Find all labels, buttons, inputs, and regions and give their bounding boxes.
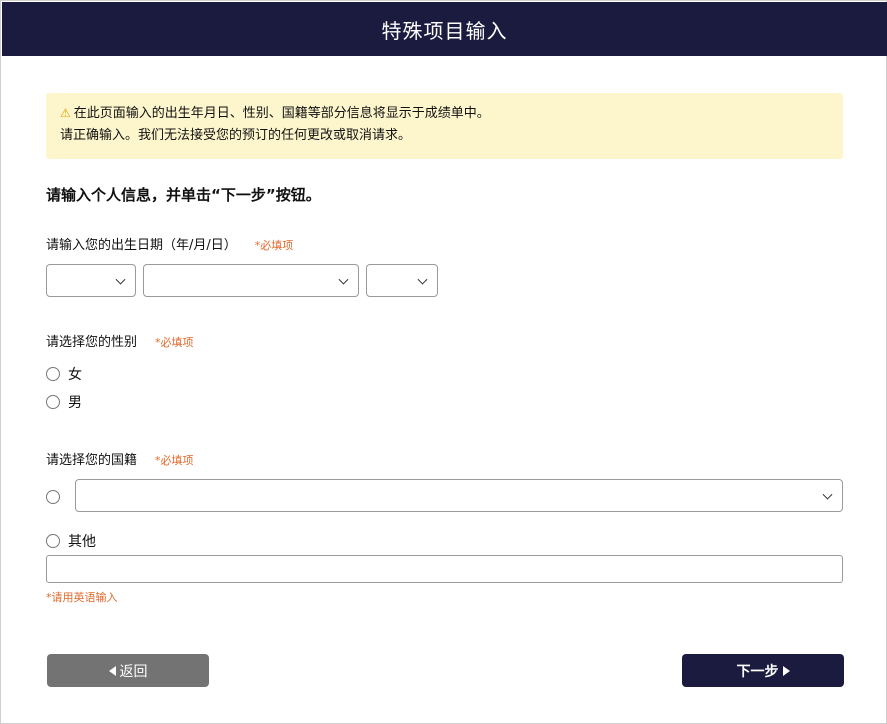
chevron-down-icon [115, 274, 126, 285]
nationality-option-select[interactable] [46, 490, 60, 504]
nationality-select[interactable] [75, 479, 843, 512]
triangle-right-icon [782, 665, 790, 676]
gender-option-label: 女 [68, 367, 82, 383]
gender-label-row: 请选择您的性别 *必填项 [46, 331, 194, 350]
birth-year-select[interactable] [46, 264, 136, 297]
page-header: 特殊项目输入 [2, 2, 887, 56]
notice-text-2: 请正确输入。我们无法接受您的预订的任何更改或取消请求。 [60, 128, 412, 143]
notice-text-1: 在此页面输入的出生年月日、性别、国籍等部分信息将显示于成绩单中。 [73, 106, 490, 121]
warning-icon: ⚠ [60, 106, 71, 120]
chevron-down-icon [338, 274, 349, 285]
birth-month-select[interactable] [143, 264, 359, 297]
birth-day-select[interactable] [366, 264, 438, 297]
nationality-required: *必填项 [155, 454, 194, 467]
notice-box: ⚠ 在此页面输入的出生年月日、性别、国籍等部分信息将显示于成绩单中。 请正确输入。… [46, 93, 843, 159]
gender-option-female[interactable]: 女 [46, 364, 82, 384]
chevron-down-icon [417, 274, 428, 285]
birthdate-label-row: 请输入您的出生日期（年/月/日） *必填项 [46, 234, 293, 253]
back-button[interactable]: 返回 [47, 654, 209, 687]
next-button-label: 下一步 [736, 663, 779, 680]
radio-button[interactable] [46, 534, 60, 548]
chevron-down-icon [822, 489, 833, 500]
nationality-label: 请选择您的国籍 [46, 453, 138, 468]
radio-button[interactable] [46, 367, 60, 381]
nationality-label-row: 请选择您的国籍 *必填项 [46, 449, 194, 468]
gender-option-label: 男 [68, 395, 82, 411]
next-button[interactable]: 下一步 [682, 654, 844, 687]
nationality-other-label: 其他 [68, 534, 96, 550]
gender-required: *必填项 [155, 336, 194, 349]
nationality-option-other[interactable]: 其他 [46, 531, 96, 551]
radio-button[interactable] [46, 490, 60, 504]
page-frame: 特殊项目输入 ⚠ 在此页面输入的出生年月日、性别、国籍等部分信息将显示于成绩单中。… [0, 0, 887, 724]
instruction-text: 请输入个人信息，并单击“下一步”按钮。 [46, 186, 321, 204]
english-input-hint: *请用英语输入 [46, 591, 118, 604]
birthdate-required: *必填项 [254, 239, 294, 252]
back-button-label: 返回 [119, 663, 148, 680]
radio-button[interactable] [46, 395, 60, 409]
gender-option-male[interactable]: 男 [46, 392, 82, 412]
gender-label: 请选择您的性别 [46, 335, 138, 350]
triangle-left-icon [108, 665, 116, 676]
page-title: 特殊项目输入 [381, 18, 508, 43]
birthdate-label: 请输入您的出生日期（年/月/日） [46, 238, 237, 253]
nationality-other-input[interactable] [46, 555, 843, 583]
notice-line-1: ⚠ 在此页面输入的出生年月日、性别、国籍等部分信息将显示于成绩单中。 [60, 102, 829, 125]
